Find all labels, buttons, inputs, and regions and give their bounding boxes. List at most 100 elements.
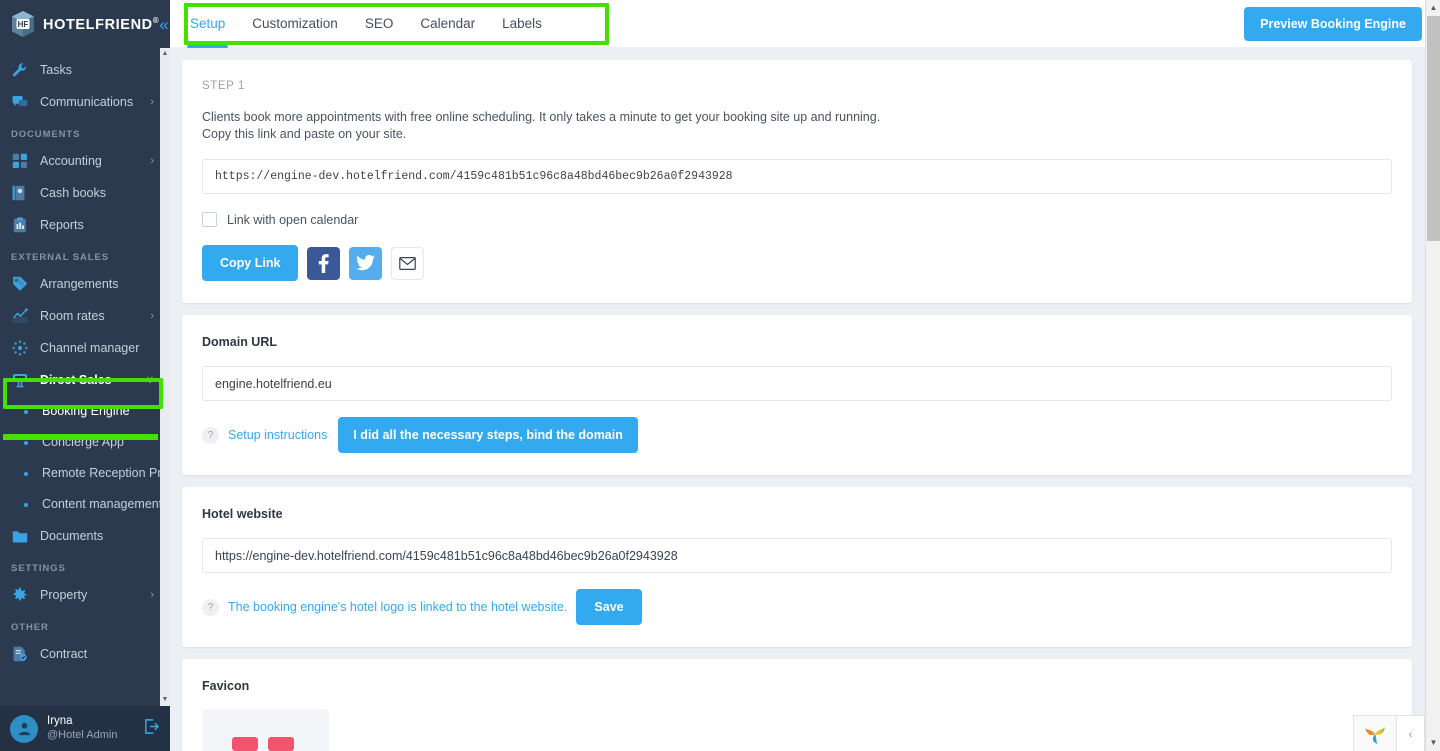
tab-bar: Setup Customization SEO Calendar Labels: [186, 0, 569, 48]
scrollbar-thumb[interactable]: [1427, 16, 1440, 241]
sidebar-group-settings: SETTINGS: [11, 563, 66, 574]
tab-labels[interactable]: Labels: [502, 0, 542, 48]
domain-help-row: ? Setup instructions I did all the neces…: [202, 417, 1392, 453]
sidebar-item-label: Accounting: [40, 154, 102, 168]
tab-calendar[interactable]: Calendar: [420, 0, 475, 48]
domain-url-value: engine.hotelfriend.eu: [215, 376, 332, 391]
bind-domain-button[interactable]: I did all the necessary steps, bind the …: [338, 417, 638, 453]
sidebar-item-room-rates[interactable]: Room rates ›: [0, 300, 170, 332]
user-profile-bar[interactable]: Iryna @Hotel Admin: [0, 706, 170, 751]
scroll-up-icon[interactable]: ▲: [1426, 0, 1440, 16]
sidebar-collapse-icon[interactable]: «: [159, 16, 170, 33]
folder-icon: [12, 528, 34, 544]
bullet-icon: [24, 502, 28, 507]
step-one-card: STEP 1 Clients book more appointments wi…: [182, 60, 1412, 303]
contract-icon: [12, 646, 34, 662]
hotel-website-field[interactable]: https://engine-dev.hotelfriend.com/4159c…: [202, 538, 1392, 573]
sidebar-nav-list: Tasks Communications › DOCUMENTS Accounting ›…: [0, 48, 170, 670]
link-open-calendar-checkbox[interactable]: [202, 212, 217, 227]
sidebar-subitem-label: Booking Engine: [42, 404, 130, 418]
sidebar-item-channel-manager[interactable]: Channel manager: [0, 332, 170, 364]
sidebar-subitem-label: Concierge App: [42, 435, 125, 449]
preview-booking-engine-button[interactable]: Preview Booking Engine: [1244, 6, 1422, 41]
leaf-logo-icon[interactable]: [1353, 715, 1397, 751]
gear-icon: [12, 587, 34, 603]
sidebar-subitem-concierge-app[interactable]: Concierge App: [0, 427, 170, 458]
favicon-preview[interactable]: [202, 709, 329, 751]
sidebar-item-label: Tasks: [40, 63, 72, 77]
sidebar-item-label: Communications: [40, 95, 134, 109]
widget-collapse-icon[interactable]: ‹: [1397, 715, 1425, 751]
question-mark-icon[interactable]: ?: [202, 426, 219, 444]
sidebar-item-direct-sales[interactable]: Direct Sales ∨: [0, 364, 170, 396]
direct-sales-icon: [12, 372, 34, 388]
tab-customization[interactable]: Customization: [252, 0, 338, 48]
sidebar-item-reports[interactable]: Reports: [0, 209, 170, 241]
chevron-down-icon: ∨: [145, 373, 154, 386]
sidebar-item-property[interactable]: Property ›: [0, 579, 170, 611]
sidebar-group-external-sales: EXTERNAL SALES: [11, 252, 109, 263]
scroll-down-icon[interactable]: ▼: [1426, 735, 1440, 751]
tab-seo[interactable]: SEO: [365, 0, 394, 48]
save-button[interactable]: Save: [576, 589, 642, 625]
sidebar-item-communications[interactable]: Communications ›: [0, 86, 170, 118]
setup-instructions-link[interactable]: Setup instructions: [228, 428, 327, 442]
brand-header: HF HOTELFRIEND® «: [0, 0, 170, 48]
twitter-share-button[interactable]: [349, 246, 383, 280]
favicon-card: Favicon: [182, 659, 1412, 751]
question-mark-icon[interactable]: ?: [202, 598, 219, 616]
hotelfriend-logo-icon: HF: [10, 10, 36, 38]
chat-icon: [12, 94, 34, 110]
sidebar-subitem-remote-reception-pro[interactable]: Remote Reception Pro: [0, 458, 170, 489]
bullet-icon: [24, 409, 28, 414]
sidebar-group-documents: DOCUMENTS: [11, 129, 81, 140]
hotel-website-card: Hotel website https://engine-dev.hotelfr…: [182, 487, 1412, 647]
favicon-image: [232, 737, 298, 751]
sidebar-item-cash-books[interactable]: Cash books: [0, 177, 170, 209]
sidebar-item-contract[interactable]: Contract: [0, 638, 170, 670]
booking-link-field[interactable]: https://engine-dev.hotelfriend.com/4159c…: [202, 159, 1392, 194]
top-toolbar: Setup Customization SEO Calendar Labels Prev…: [170, 0, 1440, 48]
content-scroll-area: STEP 1 Clients book more appointments wi…: [170, 48, 1429, 751]
browser-scrollbar[interactable]: ▲ ▼: [1425, 0, 1440, 751]
sidebar-item-accounting[interactable]: Accounting ›: [0, 145, 170, 177]
hotel-website-value: https://engine-dev.hotelfriend.com/4159c…: [215, 548, 678, 563]
sidebar-scrollbar[interactable]: ▲ ▼: [160, 48, 170, 706]
sidebar-item-label: Room rates: [40, 309, 105, 323]
logout-icon[interactable]: [143, 718, 160, 740]
sidebar-item-label: Contract: [40, 647, 88, 661]
sidebar-item-label: Channel manager: [40, 341, 140, 355]
setup-description-line-1: Clients book more appointments with free…: [202, 110, 881, 124]
domain-url-field[interactable]: engine.hotelfriend.eu: [202, 366, 1392, 401]
domain-url-label: Domain URL: [202, 335, 277, 349]
favicon-label: Favicon: [202, 679, 250, 693]
setup-description-line-2: Copy this link and paste on your site.: [202, 126, 407, 141]
facebook-share-button[interactable]: [307, 246, 341, 280]
sidebar-item-label: Documents: [40, 529, 104, 543]
sidebar-item-label: Reports: [40, 218, 84, 232]
copy-link-button[interactable]: Copy Link: [202, 245, 299, 281]
sidebar-item-documents[interactable]: Documents: [0, 520, 170, 552]
chevron-right-icon: ›: [150, 309, 154, 322]
sidebar-group-other: OTHER: [11, 622, 49, 633]
hotel-website-help-text[interactable]: The booking engine's hotel logo is linke…: [228, 600, 567, 614]
sidebar-item-arrangements[interactable]: Arrangements: [0, 268, 170, 300]
sidebar-item-tasks[interactable]: Tasks: [0, 54, 170, 86]
sidebar-subitem-content-management[interactable]: Content management: [0, 489, 170, 520]
support-widget: ‹: [1353, 715, 1425, 751]
chevron-right-icon: ›: [150, 588, 154, 601]
scroll-down-icon[interactable]: ▼: [161, 696, 169, 704]
chevron-right-icon: ›: [150, 154, 154, 167]
tab-setup[interactable]: Setup: [186, 0, 229, 48]
sidebar-item-label: Arrangements: [40, 277, 119, 291]
user-role: @Hotel Admin: [47, 728, 118, 741]
sidebar-scroll-area: Tasks Communications › DOCUMENTS Accounting ›…: [0, 48, 170, 706]
user-meta: Iryna @Hotel Admin: [47, 714, 117, 742]
bullet-icon: [24, 471, 28, 476]
network-icon: [12, 340, 34, 356]
sidebar-subitem-booking-engine[interactable]: Booking Engine: [0, 396, 170, 427]
scroll-up-icon[interactable]: ▲: [161, 50, 169, 58]
link-open-calendar-row[interactable]: Link with open calendar: [202, 212, 1392, 227]
cashbook-icon: [12, 185, 34, 201]
email-share-button[interactable]: [391, 246, 425, 280]
